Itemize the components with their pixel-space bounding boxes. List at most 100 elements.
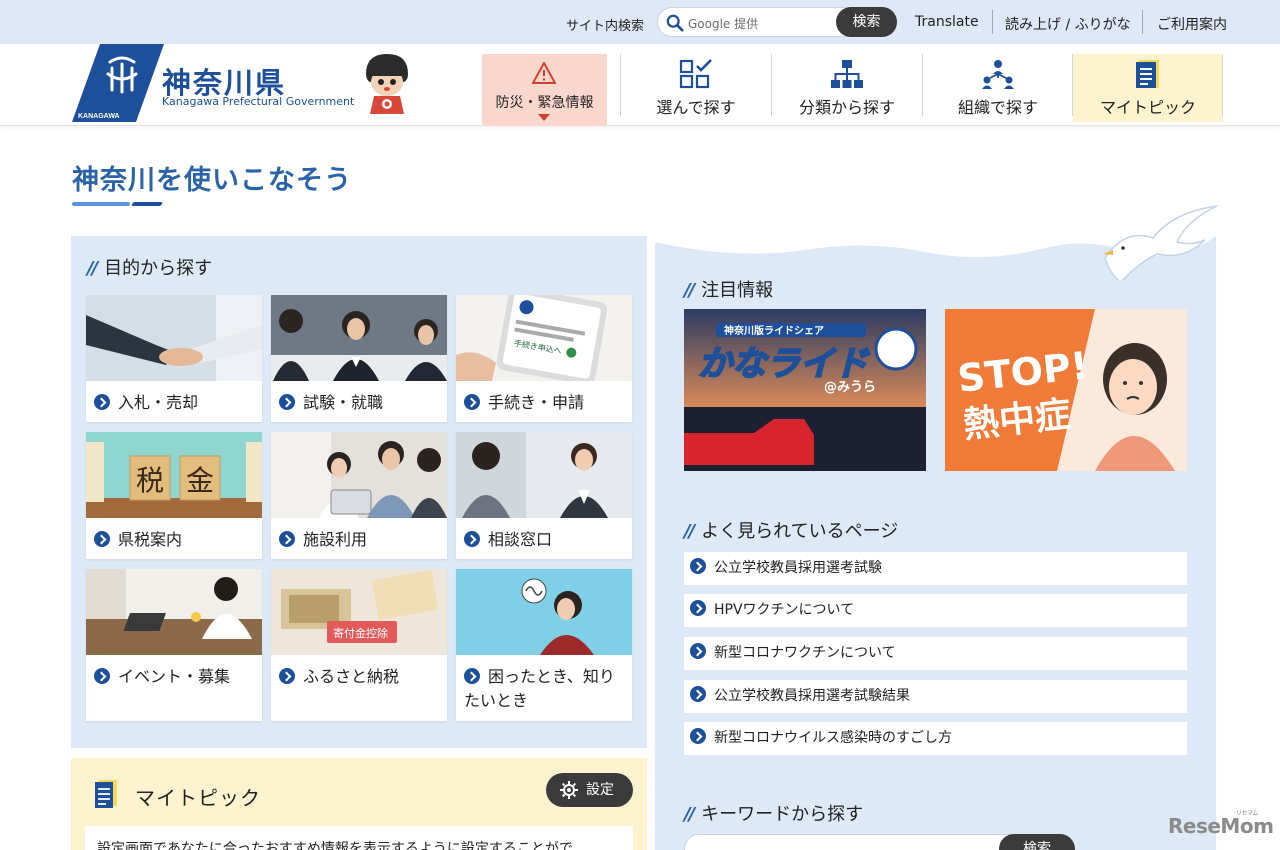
heading-slash-icon: //	[87, 258, 98, 279]
nav-label: 組織で探す	[957, 98, 1038, 117]
mytopic-panel: マイトピック 設定 設定画面であなたに合ったおすすめ情報を表示するように設定する…	[71, 758, 647, 850]
purpose-search-panel: // 目的から探す 入札・売却 試験・就職 手続き申込へ 手続き・申請 税 金 県…	[71, 236, 647, 748]
logo-badge-text: KANAGAWA	[78, 113, 120, 120]
nav-select-search[interactable]: 選んで探す	[621, 54, 771, 122]
troubled-woman-image	[456, 569, 632, 655]
utility-bar: サイト内検索 Google 提供 検索 Translate 読み上げ / ふりが…	[0, 0, 1280, 44]
money-block-text: 金	[186, 464, 214, 497]
organization-icon	[982, 60, 1014, 89]
nav-organization-search[interactable]: 組織で探す	[923, 54, 1073, 122]
popular-page-link[interactable]: HPVワクチンについて	[684, 594, 1187, 627]
purpose-card-label: 県税案内	[94, 528, 258, 552]
page-title: 神奈川を使いこなそう	[72, 165, 352, 196]
donation-label-text: 寄付金控除	[333, 626, 388, 640]
section-heading-text: 注目情報	[701, 280, 774, 301]
disaster-emergency-label: 防災・緊急情報	[495, 95, 594, 111]
section-heading: // 目的から探す	[87, 254, 212, 280]
purpose-card-bidding[interactable]: 入札・売却	[86, 295, 262, 422]
consultation-image	[456, 432, 632, 518]
gear-icon	[560, 781, 578, 799]
purpose-card-exam[interactable]: 試験・就職	[271, 295, 447, 422]
tax-blocks-image: 税 金	[86, 432, 262, 518]
nav-category-search[interactable]: 分類から探す	[772, 54, 922, 122]
chevron-right-icon	[690, 600, 706, 616]
purpose-card-trouble[interactable]: 困ったとき、知りたいとき	[456, 569, 632, 721]
section-heading-text: 目的から探す	[104, 258, 213, 279]
popular-page-link[interactable]: 公立学校教員採用選考試験	[684, 552, 1187, 585]
chevron-right-icon	[94, 668, 110, 684]
nav-mytopic[interactable]: マイトピック	[1073, 54, 1223, 122]
search-placeholder: Google 提供	[688, 17, 759, 31]
purpose-card-events[interactable]: イベント・募集	[86, 569, 262, 721]
site-header: KANAGAWA 神奈川県 Kanagawa Prefectural Gover…	[0, 44, 1280, 126]
chevron-right-icon	[464, 531, 480, 547]
purpose-card-label: 試験・就職	[279, 391, 443, 415]
chevron-right-icon	[464, 394, 480, 410]
document-icon	[95, 780, 117, 808]
settings-label: 設定	[586, 782, 614, 798]
purpose-card-furusato[interactable]: 寄付金控除 ふるさと納税	[271, 569, 447, 721]
chevron-right-icon	[94, 531, 110, 547]
section-heading: // よく見られているページ	[684, 517, 898, 543]
banner-subtitle: 神奈川版ライドシェア	[724, 324, 824, 337]
nav-label: 選んで探す	[656, 98, 736, 117]
banner-title: かなライド	[698, 344, 870, 384]
checklist-icon	[679, 59, 712, 89]
popular-page-link[interactable]: 新型コロナウイルス感染時のすごし方	[684, 722, 1187, 755]
title-underline	[130, 202, 164, 206]
exam-image	[271, 295, 447, 381]
purpose-card-label: 困ったとき、知りたいとき	[464, 667, 615, 710]
purpose-card-label: 手続き・申請	[464, 391, 628, 415]
mytopic-description-box: 設定画面であなたに合ったおすすめ情報を表示するように設定することがで	[85, 826, 633, 850]
heading-slash-icon: //	[684, 521, 695, 542]
chevron-right-icon	[279, 394, 295, 410]
purpose-card-consultation[interactable]: 相談窓口	[456, 432, 632, 559]
popular-page-link[interactable]: 公立学校教員採用選考試験結果	[684, 680, 1187, 713]
chevron-right-icon	[279, 531, 295, 547]
mytopic-description: 設定画面であなたに合ったおすすめ情報を表示するように設定することがで	[97, 841, 573, 850]
section-heading-text: キーワードから探す	[701, 804, 864, 825]
seagull-icon	[1103, 205, 1218, 280]
divider	[1142, 10, 1143, 34]
nav-divider	[1222, 54, 1223, 116]
facility-image	[271, 432, 447, 518]
prefecture-logo-icon[interactable]: KANAGAWA	[72, 44, 164, 122]
heatstroke-banner[interactable]: STOP! 熱中症	[945, 309, 1187, 471]
purpose-card-label: ふるさと納税	[279, 665, 443, 689]
banner-tag: @みうら	[824, 380, 876, 395]
mascot-icon	[366, 54, 408, 114]
section-heading-text: よく見られているページ	[701, 521, 899, 542]
warning-icon	[532, 62, 556, 84]
document-icon	[1136, 60, 1159, 88]
tax-block-text: 税	[136, 464, 164, 497]
keyword-search-button[interactable]: 検索	[999, 834, 1075, 850]
mytopic-settings-button[interactable]: 設定	[546, 773, 633, 807]
nav-label: マイトピック	[1099, 98, 1196, 117]
mytopic-title: マイトピック	[135, 786, 261, 810]
section-heading: // キーワードから探す	[684, 800, 863, 826]
purpose-card-label: 施設利用	[279, 528, 443, 552]
site-search-button[interactable]: 検索	[836, 7, 897, 37]
chevron-right-icon	[690, 686, 706, 702]
events-image	[86, 569, 262, 655]
translate-link[interactable]: Translate	[915, 14, 979, 30]
read-aloud-link[interactable]: 読み上げ / ふりがな	[1005, 14, 1131, 34]
handshake-image	[86, 295, 262, 381]
heading-slash-icon: //	[684, 280, 695, 301]
purpose-card-procedure[interactable]: 手続き申込へ 手続き・申請	[456, 295, 632, 422]
purpose-card-tax[interactable]: 税 金 県税案内	[86, 432, 262, 559]
divider	[992, 10, 993, 34]
title-underline	[72, 202, 130, 206]
heading-slash-icon: //	[684, 804, 695, 825]
kanaride-banner[interactable]: 神奈川版ライドシェア かなライド @みうら	[684, 309, 926, 471]
logo-subtitle: Kanagawa Prefectural Government	[162, 95, 355, 108]
tablet-procedure-image: 手続き申込へ	[456, 295, 632, 381]
furusato-tax-image: 寄付金控除	[271, 569, 447, 655]
popular-page-link[interactable]: 新型コロナワクチンについて	[684, 637, 1187, 670]
disaster-emergency-menu[interactable]: 防災・緊急情報	[482, 54, 607, 126]
chevron-right-icon	[279, 668, 295, 684]
dropdown-arrow-icon	[538, 114, 550, 121]
guide-link[interactable]: ご利用案内	[1157, 14, 1227, 34]
purpose-card-facility[interactable]: 施設利用	[271, 432, 447, 559]
chevron-right-icon	[690, 558, 706, 574]
